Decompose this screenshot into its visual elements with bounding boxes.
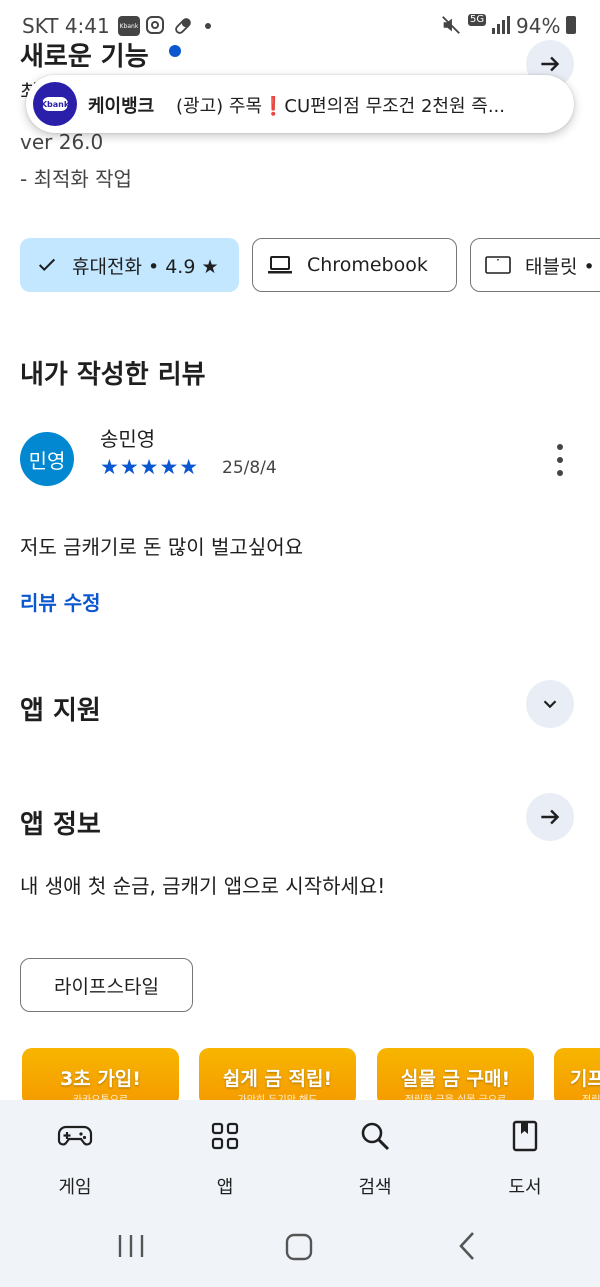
device-chip-tablet-label: 태블릿 • 4 bbox=[525, 255, 600, 278]
app-support-title: 앱 지원 bbox=[20, 696, 101, 726]
arrow-right-icon bbox=[541, 56, 560, 72]
mute-icon bbox=[442, 16, 460, 34]
check-icon bbox=[36, 254, 58, 276]
tablet-icon bbox=[485, 254, 511, 276]
promo-card-title: 실물 금 구매! bbox=[400, 1068, 511, 1090]
promo-card[interactable]: 기프 적립 bbox=[554, 1048, 600, 1106]
category-chip[interactable]: 라이프스타일 bbox=[20, 958, 193, 1012]
nav-label-apps: 앱 bbox=[216, 1177, 234, 1198]
promo-card[interactable]: 3초 가입! 카카오톡으로 bbox=[22, 1048, 179, 1106]
reviewer-name: 송민영 bbox=[100, 427, 156, 451]
battery-icon bbox=[566, 16, 576, 34]
promo-card-title: 기프 bbox=[570, 1068, 600, 1090]
edit-review-link[interactable]: 리뷰 수정 bbox=[20, 587, 101, 616]
promo-card[interactable]: 실물 금 구매! 적립한 금을 실물 금으로 bbox=[377, 1048, 534, 1106]
apps-grid-icon bbox=[207, 1118, 243, 1154]
laptop-icon bbox=[267, 254, 293, 276]
status-time: SKT 4:41 bbox=[22, 14, 110, 38]
app-info-title: 앱 정보 bbox=[20, 810, 101, 840]
notification-message: (광고) 주목❗CU편의점 무조건 2천원 즉... bbox=[176, 96, 505, 117]
instagram-icon bbox=[146, 16, 164, 34]
arrow-right-icon bbox=[541, 809, 560, 825]
kbank-logo: Kbank bbox=[41, 97, 69, 111]
signal-icon bbox=[492, 16, 510, 34]
promo-card-title: 쉽게 금 적립! bbox=[222, 1068, 333, 1090]
nav-item-books[interactable]: 도서 bbox=[450, 1100, 600, 1210]
back-icon[interactable] bbox=[456, 1230, 478, 1262]
app-support-expand-button[interactable] bbox=[526, 680, 574, 728]
nav-label-books: 도서 bbox=[508, 1177, 542, 1198]
device-chip-tablet[interactable]: 태블릿 • 4 bbox=[470, 238, 600, 292]
network-5g-icon: 5G bbox=[468, 14, 487, 26]
book-icon bbox=[507, 1118, 543, 1154]
review-date: 25/8/4 bbox=[222, 458, 277, 478]
home-icon[interactable] bbox=[284, 1232, 314, 1262]
kbank-notification-icon: Kbank bbox=[118, 16, 140, 36]
version-text: ver 26.0 bbox=[20, 130, 104, 154]
whats-new-title: 새로운 기능 bbox=[20, 42, 149, 72]
system-navigation-bar bbox=[0, 1210, 600, 1287]
gamepad-icon bbox=[57, 1118, 93, 1154]
recent-apps-icon[interactable] bbox=[116, 1232, 146, 1260]
bottom-navigation: 게임 앱 검색 도서 bbox=[0, 1100, 600, 1210]
promo-card-title: 3초 가입! bbox=[60, 1068, 141, 1090]
device-chip-phone[interactable]: 휴대전화 • 4.9 ★ bbox=[20, 238, 239, 292]
app-info-arrow-button[interactable] bbox=[526, 793, 574, 841]
more-options-icon[interactable] bbox=[548, 440, 572, 480]
promo-card[interactable]: 쉽게 금 적립! 가만히 두기만 해도 bbox=[199, 1048, 356, 1106]
more-notifications-dot bbox=[205, 23, 211, 29]
new-indicator-dot bbox=[169, 45, 181, 57]
battery-level: 94% bbox=[516, 14, 561, 38]
update-note: - 최적화 작업 bbox=[20, 167, 132, 191]
nav-item-apps[interactable]: 앱 bbox=[150, 1100, 300, 1210]
rating-stars: ★★★★★ bbox=[100, 455, 200, 479]
device-chip-phone-label: 휴대전화 • 4.9 ★ bbox=[72, 255, 219, 278]
device-chip-chromebook[interactable]: Chromebook bbox=[252, 238, 457, 292]
avatar: 민영 bbox=[20, 432, 74, 486]
search-icon bbox=[357, 1118, 393, 1154]
nav-label-search: 검색 bbox=[358, 1177, 392, 1198]
app-description: 내 생애 첫 순금, 금캐기 앱으로 시작하세요! bbox=[20, 874, 386, 898]
notification-app-name: 케이뱅크 bbox=[88, 96, 155, 117]
notification-banner[interactable]: Kbank 케이뱅크 (광고) 주목❗CU편의점 무조건 2천원 즉... bbox=[26, 75, 574, 133]
my-review-title: 내가 작성한 리뷰 bbox=[20, 360, 206, 390]
review-text: 저도 금캐기로 돈 많이 벌고싶어요 bbox=[20, 535, 304, 559]
device-chip-chromebook-label: Chromebook bbox=[307, 254, 428, 276]
nav-item-search[interactable]: 검색 bbox=[300, 1100, 450, 1210]
chevron-down-icon bbox=[543, 700, 557, 709]
pill-icon bbox=[175, 18, 191, 34]
nav-item-games[interactable]: 게임 bbox=[0, 1100, 150, 1210]
kbank-app-icon: Kbank bbox=[33, 82, 77, 126]
nav-label-games: 게임 bbox=[58, 1177, 92, 1198]
